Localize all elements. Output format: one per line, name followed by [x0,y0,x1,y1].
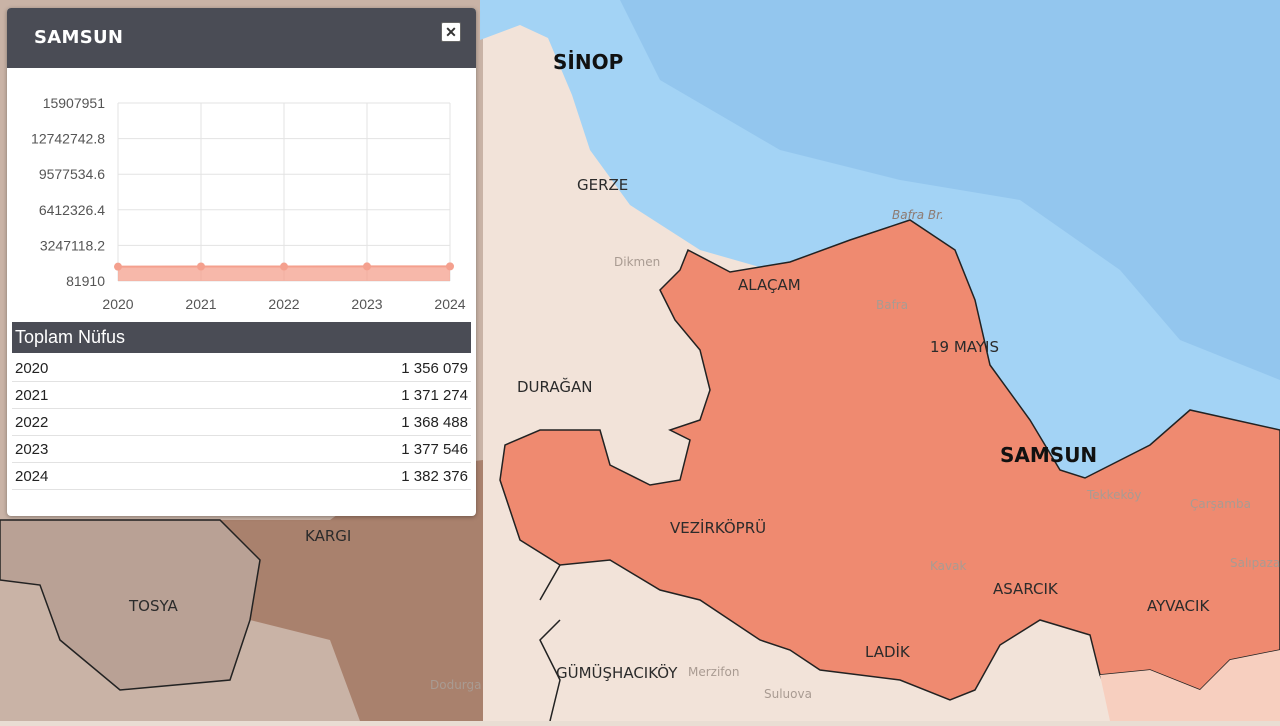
table-row: 2021 1 371 274 [12,382,471,409]
row-year: 2024 [15,468,48,485]
data-point [363,262,371,270]
y-tick-label: 9577534.6 [39,166,105,182]
popup-title: SAMSUN [34,27,123,48]
map-label-samsun[interactable]: SAMSUN [1000,443,1097,467]
map-label-carsamba: Çarşamba [1190,497,1251,511]
table-row: 2020 1 356 079 [12,355,471,382]
map-label-sinop[interactable]: SİNOP [553,50,623,74]
map-label-19-mayis[interactable]: 19 MAYIS [930,338,999,356]
table-row: 2023 1 377 546 [12,436,471,463]
table-row: 2024 1 382 376 [12,463,471,490]
population-chart: 15907951 12742742.8 9577534.6 6412326.4 3247… [7,68,476,330]
y-tick-label: 3247118.2 [40,237,105,253]
row-year: 2022 [15,414,48,431]
map-label-bafra: Bafra [876,298,908,312]
y-tick-label: 12742742.8 [31,131,105,147]
row-year: 2021 [15,387,48,404]
map-label-kargi[interactable]: KARGI [305,527,351,545]
row-value: 1 368 488 [401,414,468,431]
map-label-ladik[interactable]: LADİK [865,643,910,661]
table-title: Toplam Nüfus [12,322,471,353]
row-value: 1 371 274 [401,387,468,404]
map-label-bafra-br: Bafra Br. [892,208,944,222]
population-table: 2020 1 356 079 2021 1 371 274 2022 1 368… [12,355,471,490]
x-tick-label: 2024 [434,296,465,312]
map-label-merzifon: Merzifon [688,665,739,679]
data-point [197,262,205,270]
close-icon[interactable]: ✕ [441,22,461,42]
map-label-tekkekoy: Tekkeköy [1087,488,1142,502]
map-label-alacam[interactable]: ALAÇAM [738,276,801,294]
data-point [446,262,454,270]
map-label-gerze[interactable]: GERZE [577,176,628,194]
map-label-ayvacik[interactable]: AYVACIK [1147,597,1209,615]
map-label-suluova: Suluova [764,687,812,701]
map-label-kavak: Kavak [930,559,966,573]
popup-header: SAMSUN ✕ [7,8,476,68]
map-label-dodurga: Dodurga [430,678,482,692]
data-point [114,263,122,271]
row-value: 1 377 546 [401,441,468,458]
y-tick-label: 15907951 [43,95,106,111]
table-row: 2022 1 368 488 [12,409,471,436]
population-popup: SAMSUN ✕ 15907951 12742742.8 9577534.6 6412… [7,8,476,516]
data-point [280,263,288,271]
map-label-tosya[interactable]: TOSYA [129,597,178,615]
map-label-vezirkopru[interactable]: VEZİRKÖPRÜ [670,519,766,537]
row-value: 1 382 376 [401,468,468,485]
map-label-gumushacikoy[interactable]: GÜMÜŞHACIKÖY [556,664,677,682]
x-tick-label: 2022 [268,296,299,312]
x-tick-label: 2020 [102,296,133,312]
x-tick-label: 2021 [185,296,216,312]
row-year: 2023 [15,441,48,458]
map-label-salipazari: Salıpaza [1230,556,1280,570]
y-tick-label: 6412326.4 [39,202,105,218]
map-label-asarcik[interactable]: ASARCIK [993,580,1058,598]
y-tick-label: 81910 [66,273,105,289]
map-label-dikmen: Dikmen [614,255,660,269]
row-value: 1 356 079 [401,360,468,377]
x-tick-label: 2023 [351,296,382,312]
map-label-duragan[interactable]: DURAĞAN [517,378,592,396]
row-year: 2020 [15,360,48,377]
